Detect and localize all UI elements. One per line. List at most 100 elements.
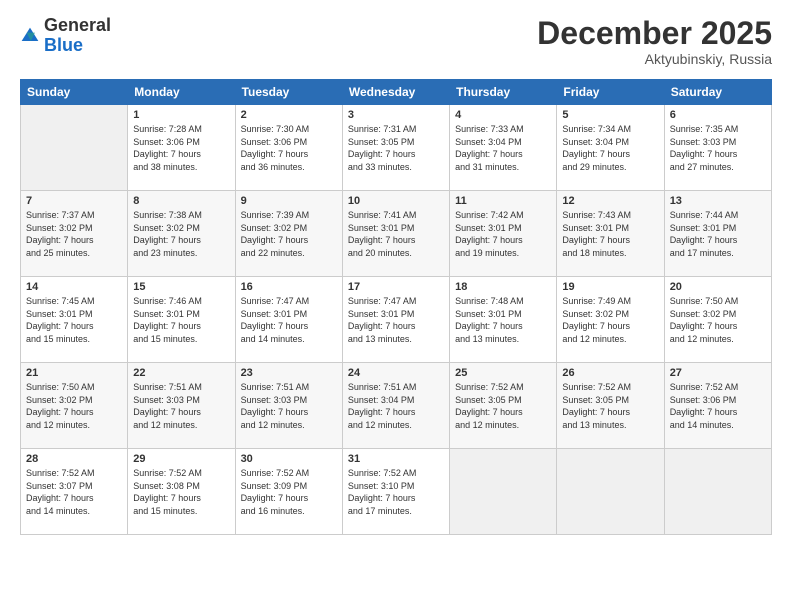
weekday-header-row: Sunday Monday Tuesday Wednesday Thursday…: [21, 80, 772, 105]
day-number: 16: [241, 281, 337, 293]
week-row-5: 28Sunrise: 7:52 AM Sunset: 3:07 PM Dayli…: [21, 449, 772, 535]
day-number: 4: [455, 109, 551, 121]
day-info: Sunrise: 7:43 AM Sunset: 3:01 PM Dayligh…: [562, 209, 658, 259]
day-info: Sunrise: 7:46 AM Sunset: 3:01 PM Dayligh…: [133, 295, 229, 345]
day-info: Sunrise: 7:38 AM Sunset: 3:02 PM Dayligh…: [133, 209, 229, 259]
cell-w2-d3: 10 Sunrise: 7:41 AM Sunset: 3:01 PM Dayli…: [342, 191, 449, 277]
day-info: Sunrise: 7:48 AM Sunset: 3:01 PM Dayligh…: [455, 295, 551, 345]
day-info: Sunrise: 7:28 AM Sunset: 3:06 PM Dayligh…: [133, 123, 229, 173]
day-info: Sunrise: 7:52 AM Sunset: 3:05 PM Dayligh…: [562, 381, 658, 431]
header-monday: Monday: [128, 80, 235, 105]
cell-w1-d6: 6 Sunrise: 7:35 AM Sunset: 3:03 PM Daylig…: [664, 105, 771, 191]
day-info: Sunrise: 7:34 AM Sunset: 3:04 PM Dayligh…: [562, 123, 658, 173]
day-info: Sunrise: 7:49 AM Sunset: 3:02 PM Dayligh…: [562, 295, 658, 345]
cell-w2-d1: 8Sunrise: 7:38 AM Sunset: 3:02 PM Daylig…: [128, 191, 235, 277]
calendar-body: 1 Sunrise: 7:28 AM Sunset: 3:06 PM Daylig…: [21, 105, 772, 535]
header-thursday: Thursday: [450, 80, 557, 105]
calendar-table: Sunday Monday Tuesday Wednesday Thursday…: [20, 79, 772, 535]
day-number: 9: [241, 195, 337, 207]
day-info: Sunrise: 7:30 AM Sunset: 3:06 PM Dayligh…: [241, 123, 337, 173]
day-info: Sunrise: 7:37 AM Sunset: 3:02 PM Dayligh…: [26, 209, 122, 259]
day-number: 21: [26, 367, 122, 379]
cell-w3-d0: 14Sunrise: 7:45 AM Sunset: 3:01 PM Dayli…: [21, 277, 128, 363]
cell-w2-d4: 11Sunrise: 7:42 AM Sunset: 3:01 PM Dayli…: [450, 191, 557, 277]
cell-w1-d5: 5 Sunrise: 7:34 AM Sunset: 3:04 PM Daylig…: [557, 105, 664, 191]
day-info: Sunrise: 7:52 AM Sunset: 3:10 PM Dayligh…: [348, 467, 444, 517]
day-info: Sunrise: 7:33 AM Sunset: 3:04 PM Dayligh…: [455, 123, 551, 173]
cell-w5-d6: [664, 449, 771, 535]
logo: General Blue: [20, 16, 111, 56]
logo-general-text: General: [44, 15, 111, 35]
day-info: Sunrise: 7:52 AM Sunset: 3:08 PM Dayligh…: [133, 467, 229, 517]
day-number: 2: [241, 109, 337, 121]
cell-w2-d2: 9Sunrise: 7:39 AM Sunset: 3:02 PM Daylig…: [235, 191, 342, 277]
day-number: 7: [26, 195, 122, 207]
day-number: 20: [670, 281, 766, 293]
cell-w5-d4: [450, 449, 557, 535]
day-number: 27: [670, 367, 766, 379]
day-number: 3: [348, 109, 444, 121]
day-info: Sunrise: 7:35 AM Sunset: 3:03 PM Dayligh…: [670, 123, 766, 173]
day-info: Sunrise: 7:52 AM Sunset: 3:06 PM Dayligh…: [670, 381, 766, 431]
cell-w4-d6: 27 Sunrise: 7:52 AM Sunset: 3:06 PM Dayli…: [664, 363, 771, 449]
day-number: 10: [348, 195, 444, 207]
day-number: 30: [241, 453, 337, 465]
day-number: 5: [562, 109, 658, 121]
day-info: Sunrise: 7:50 AM Sunset: 3:02 PM Dayligh…: [26, 381, 122, 431]
day-info: Sunrise: 7:51 AM Sunset: 3:03 PM Dayligh…: [241, 381, 337, 431]
header-friday: Friday: [557, 80, 664, 105]
cell-w3-d3: 17Sunrise: 7:47 AM Sunset: 3:01 PM Dayli…: [342, 277, 449, 363]
header-saturday: Saturday: [664, 80, 771, 105]
week-row-4: 21 Sunrise: 7:50 AM Sunset: 3:02 PM Dayli…: [21, 363, 772, 449]
cell-w1-d1: 1 Sunrise: 7:28 AM Sunset: 3:06 PM Daylig…: [128, 105, 235, 191]
cell-w1-d4: 4 Sunrise: 7:33 AM Sunset: 3:04 PM Daylig…: [450, 105, 557, 191]
cell-w4-d4: 25 Sunrise: 7:52 AM Sunset: 3:05 PM Dayli…: [450, 363, 557, 449]
day-number: 11: [455, 195, 551, 207]
cell-w3-d1: 15Sunrise: 7:46 AM Sunset: 3:01 PM Dayli…: [128, 277, 235, 363]
cell-w4-d3: 24 Sunrise: 7:51 AM Sunset: 3:04 PM Dayli…: [342, 363, 449, 449]
day-info: Sunrise: 7:52 AM Sunset: 3:05 PM Dayligh…: [455, 381, 551, 431]
cell-w2-d6: 13Sunrise: 7:44 AM Sunset: 3:01 PM Dayli…: [664, 191, 771, 277]
cell-w1-d2: 2 Sunrise: 7:30 AM Sunset: 3:06 PM Daylig…: [235, 105, 342, 191]
day-number: 23: [241, 367, 337, 379]
cell-w4-d5: 26Sunrise: 7:52 AM Sunset: 3:05 PM Dayli…: [557, 363, 664, 449]
header-tuesday: Tuesday: [235, 80, 342, 105]
day-number: 19: [562, 281, 658, 293]
day-info: Sunrise: 7:52 AM Sunset: 3:07 PM Dayligh…: [26, 467, 122, 517]
day-number: 14: [26, 281, 122, 293]
cell-w2-d5: 12 Sunrise: 7:43 AM Sunset: 3:01 PM Dayli…: [557, 191, 664, 277]
week-row-2: 7 Sunrise: 7:37 AM Sunset: 3:02 PM Daylig…: [21, 191, 772, 277]
cell-w5-d1: 29 Sunrise: 7:52 AM Sunset: 3:08 PM Dayli…: [128, 449, 235, 535]
cell-w3-d4: 18 Sunrise: 7:48 AM Sunset: 3:01 PM Dayli…: [450, 277, 557, 363]
month-title: December 2025: [537, 16, 772, 51]
cell-w2-d0: 7 Sunrise: 7:37 AM Sunset: 3:02 PM Daylig…: [21, 191, 128, 277]
day-number: 25: [455, 367, 551, 379]
cell-w3-d5: 19 Sunrise: 7:49 AM Sunset: 3:02 PM Dayli…: [557, 277, 664, 363]
header-sunday: Sunday: [21, 80, 128, 105]
title-block: December 2025 Aktyubinskiy, Russia: [537, 16, 772, 67]
day-info: Sunrise: 7:51 AM Sunset: 3:03 PM Dayligh…: [133, 381, 229, 431]
cell-w1-d0: [21, 105, 128, 191]
cell-w3-d6: 20Sunrise: 7:50 AM Sunset: 3:02 PM Dayli…: [664, 277, 771, 363]
day-info: Sunrise: 7:31 AM Sunset: 3:05 PM Dayligh…: [348, 123, 444, 173]
day-number: 12: [562, 195, 658, 207]
day-number: 1: [133, 109, 229, 121]
cell-w5-d3: 31Sunrise: 7:52 AM Sunset: 3:10 PM Dayli…: [342, 449, 449, 535]
day-info: Sunrise: 7:51 AM Sunset: 3:04 PM Dayligh…: [348, 381, 444, 431]
day-number: 29: [133, 453, 229, 465]
location-subtitle: Aktyubinskiy, Russia: [537, 51, 772, 67]
header: General Blue December 2025 Aktyubinskiy,…: [20, 16, 772, 67]
cell-w5-d2: 30 Sunrise: 7:52 AM Sunset: 3:09 PM Dayli…: [235, 449, 342, 535]
day-number: 24: [348, 367, 444, 379]
day-number: 22: [133, 367, 229, 379]
day-number: 18: [455, 281, 551, 293]
day-number: 13: [670, 195, 766, 207]
header-wednesday: Wednesday: [342, 80, 449, 105]
day-info: Sunrise: 7:41 AM Sunset: 3:01 PM Dayligh…: [348, 209, 444, 259]
day-number: 6: [670, 109, 766, 121]
cell-w4-d1: 22 Sunrise: 7:51 AM Sunset: 3:03 PM Dayli…: [128, 363, 235, 449]
day-info: Sunrise: 7:52 AM Sunset: 3:09 PM Dayligh…: [241, 467, 337, 517]
cell-w5-d5: [557, 449, 664, 535]
day-info: Sunrise: 7:47 AM Sunset: 3:01 PM Dayligh…: [348, 295, 444, 345]
logo-blue-text: Blue: [44, 35, 83, 55]
